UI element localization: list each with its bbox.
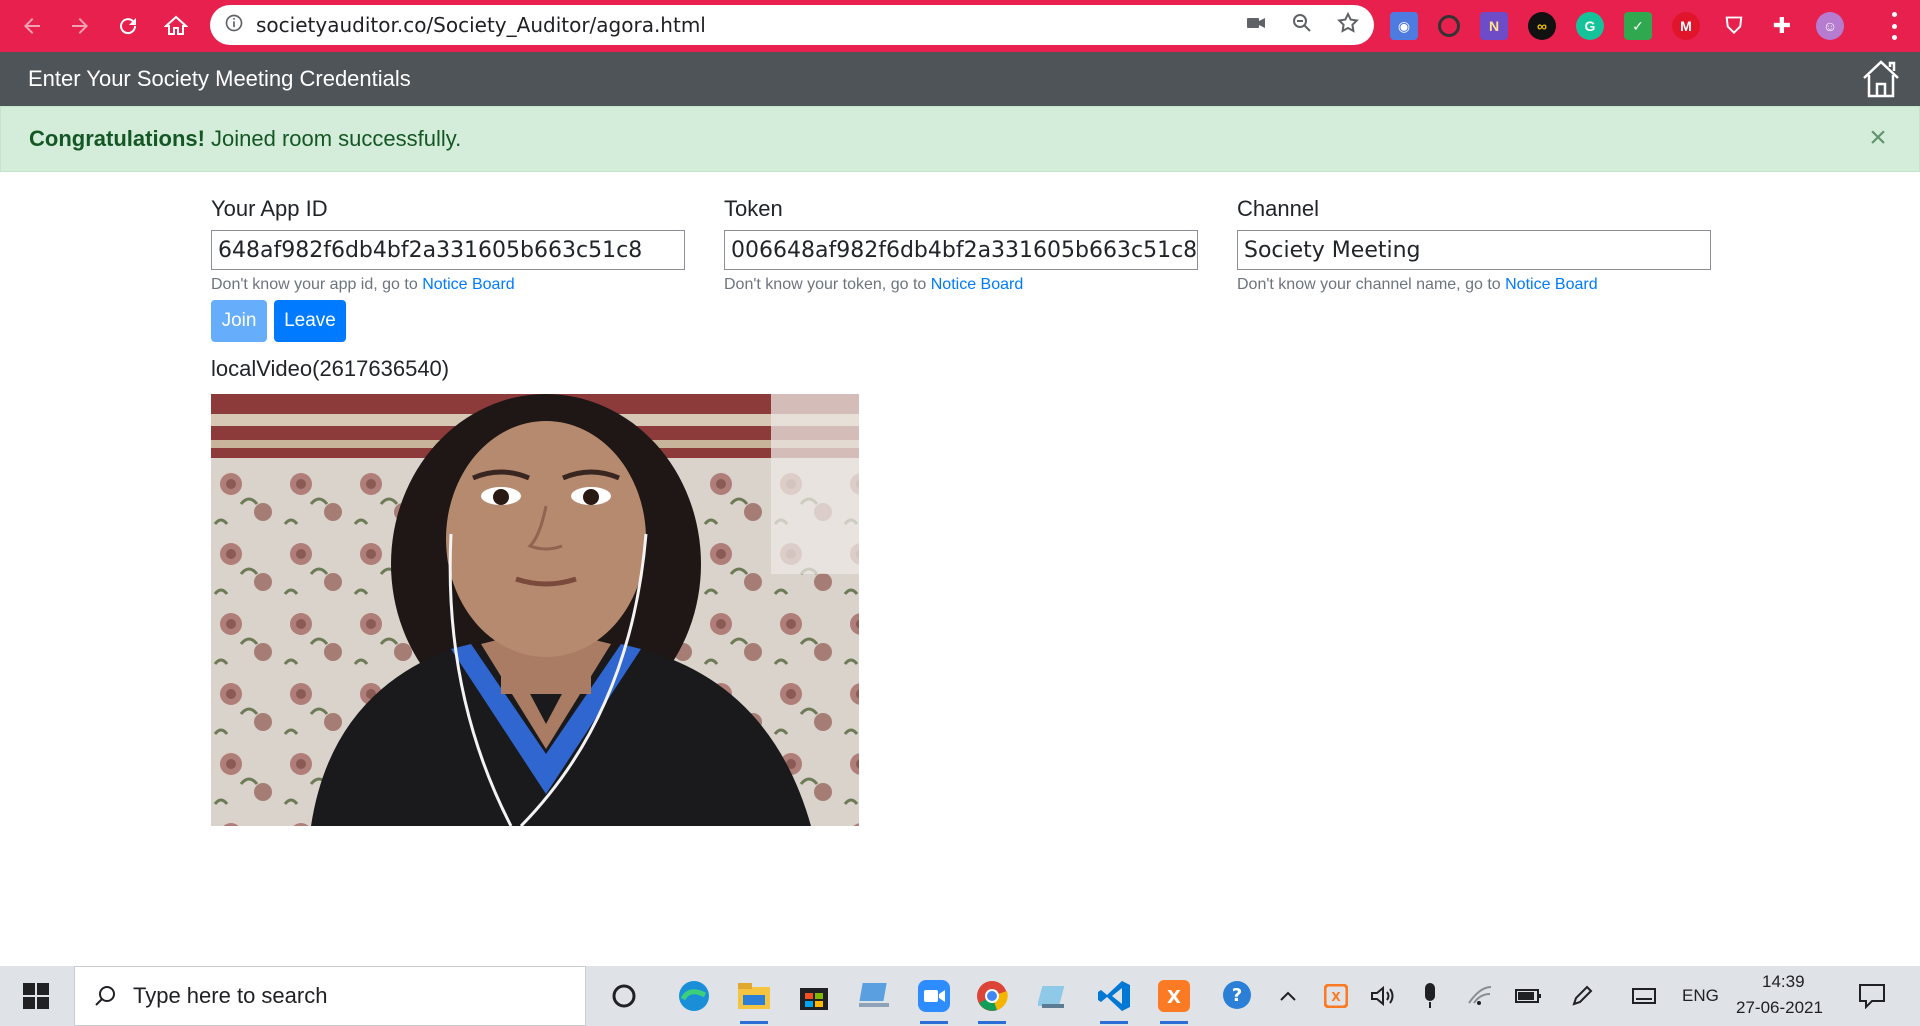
- forward-icon[interactable]: [56, 2, 104, 50]
- taskbar: Type here to search X ? X ENG 14:39 27-0…: [0, 966, 1920, 1026]
- edge-icon[interactable]: [674, 976, 714, 1016]
- notice-board-link[interactable]: Notice Board: [422, 276, 515, 293]
- home-icon[interactable]: [1860, 58, 1902, 100]
- windows-start-icon[interactable]: [0, 966, 72, 1026]
- channel-group: Channel Society Meeting Don't know your …: [1237, 196, 1711, 294]
- channel-label: Channel: [1237, 196, 1319, 221]
- taskbar-search[interactable]: Type here to search: [74, 966, 586, 1026]
- microphone-icon[interactable]: [1410, 976, 1450, 1016]
- help-icon[interactable]: ?: [1218, 976, 1258, 1016]
- screenshot-ext-icon[interactable]: ◉: [1390, 12, 1418, 40]
- info-icon[interactable]: [224, 13, 244, 38]
- notice-board-link[interactable]: Notice Board: [931, 276, 1024, 293]
- address-bar[interactable]: societyauditor.co/Society_Auditor/agora.…: [210, 5, 1374, 45]
- token-label: Token: [724, 196, 783, 221]
- camera-icon[interactable]: [1244, 11, 1268, 40]
- app-id-input[interactable]: 648af982f6db4bf2a331605b663c51c8: [211, 230, 685, 270]
- n-ext-icon[interactable]: N: [1480, 12, 1508, 40]
- m-ext-icon[interactable]: M: [1672, 12, 1700, 40]
- notepad-icon[interactable]: [1034, 976, 1074, 1016]
- leave-button[interactable]: Leave: [274, 300, 346, 342]
- circle-ext-icon[interactable]: [1438, 15, 1460, 37]
- join-button[interactable]: Join: [211, 300, 267, 342]
- bookmark-star-icon[interactable]: [1336, 11, 1360, 40]
- search-placeholder: Type here to search: [133, 983, 328, 1008]
- browser-menu-icon[interactable]: [1890, 12, 1898, 40]
- svg-text:X: X: [1331, 990, 1341, 1004]
- profile-avatar[interactable]: ☺: [1816, 12, 1844, 40]
- svg-text:X: X: [1167, 987, 1181, 1008]
- browser-home-icon[interactable]: [152, 2, 200, 50]
- notifications-icon[interactable]: [1852, 976, 1892, 1016]
- xampp-tray-icon[interactable]: X: [1316, 976, 1356, 1016]
- app-id-help: Don't know your app id, go to Notice Boa…: [211, 276, 685, 294]
- chevron-up-icon[interactable]: [1268, 976, 1308, 1016]
- back-icon[interactable]: [8, 2, 56, 50]
- close-icon[interactable]: ×: [1865, 123, 1891, 153]
- search-icon: [95, 986, 115, 1006]
- puzzle-ext-icon[interactable]: ✚: [1768, 12, 1796, 40]
- store-icon[interactable]: [794, 976, 834, 1016]
- alert-strong: Congratulations!: [29, 126, 205, 151]
- page-title: Enter Your Society Meeting Credentials: [28, 66, 411, 91]
- url-text[interactable]: societyauditor.co/Society_Auditor/agora.…: [256, 13, 706, 37]
- vscode-icon[interactable]: [1094, 976, 1134, 1024]
- local-video-label: localVideo(2617636540): [211, 356, 450, 381]
- language-indicator[interactable]: ENG: [1682, 986, 1719, 1006]
- video-frame: [211, 394, 859, 826]
- xampp-icon[interactable]: X: [1154, 976, 1194, 1024]
- grammarly-ext-icon[interactable]: G: [1576, 12, 1604, 40]
- clock-time[interactable]: 14:39: [1762, 972, 1805, 992]
- channel-help: Don't know your channel name, go to Noti…: [1237, 276, 1711, 294]
- channel-input[interactable]: Society Meeting: [1237, 230, 1711, 270]
- app-id-group: Your App ID 648af982f6db4bf2a331605b663c…: [211, 196, 685, 294]
- check-ext-icon[interactable]: ✓: [1624, 12, 1652, 40]
- success-alert: Congratulations! Joined room successfull…: [0, 106, 1920, 172]
- clock-date[interactable]: 27-06-2021: [1736, 998, 1823, 1018]
- alert-message: Joined room successfully.: [211, 126, 462, 151]
- wifi-icon[interactable]: [1460, 976, 1500, 1016]
- channel-help-text: Don't know your channel name, go to: [1237, 276, 1506, 293]
- app-id-label: Your App ID: [211, 196, 328, 221]
- zoom-icon[interactable]: [1290, 11, 1314, 40]
- app-header: Enter Your Society Meeting Credentials: [0, 52, 1920, 106]
- local-video: [211, 394, 859, 826]
- app-id-help-text: Don't know your app id, go to: [211, 276, 423, 293]
- token-input[interactable]: 006648af982f6db4bf2a331605b663c51c8IACTU…: [724, 230, 1198, 270]
- notice-board-link[interactable]: Notice Board: [1505, 276, 1598, 293]
- file-explorer-icon[interactable]: [734, 976, 774, 1024]
- battery-icon[interactable]: [1508, 976, 1548, 1016]
- token-help-text: Don't know your token, go to: [724, 276, 931, 293]
- pen-icon[interactable]: [1562, 976, 1602, 1016]
- zoom-app-icon[interactable]: [914, 976, 954, 1024]
- shield-ext-icon[interactable]: ⛉: [1720, 12, 1748, 40]
- browser-toolbar: societyauditor.co/Society_Auditor/agora.…: [0, 0, 1920, 52]
- cortana-icon[interactable]: [604, 976, 644, 1016]
- this-pc-icon[interactable]: [854, 976, 894, 1016]
- token-group: Token 006648af982f6db4bf2a331605b663c51c…: [724, 196, 1198, 294]
- infinity-ext-icon[interactable]: ∞: [1528, 12, 1556, 40]
- keyboard-icon[interactable]: [1624, 976, 1664, 1016]
- reload-icon[interactable]: [104, 2, 152, 50]
- volume-icon[interactable]: [1362, 976, 1402, 1016]
- svg-text:?: ?: [1232, 985, 1242, 1006]
- token-help: Don't know your token, go to Notice Boar…: [724, 276, 1198, 294]
- chrome-icon[interactable]: [972, 976, 1012, 1024]
